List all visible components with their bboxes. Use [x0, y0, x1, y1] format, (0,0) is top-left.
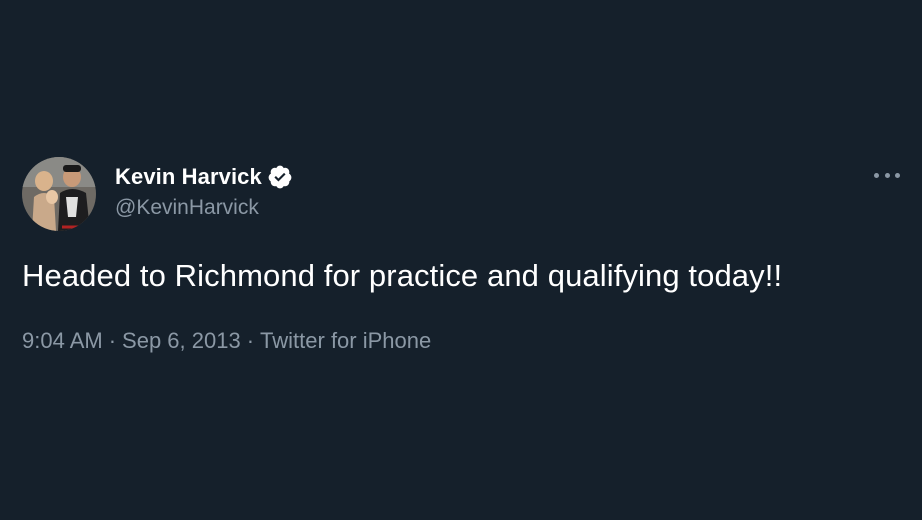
verified-badge-icon	[267, 164, 293, 190]
tweet-text: Headed to Richmond for practice and qual…	[22, 258, 783, 293]
username-handle[interactable]: @KevinHarvick	[115, 196, 259, 220]
tweet-date[interactable]: Sep 6, 2013	[122, 328, 241, 353]
author-row: Kevin Harvick	[115, 163, 293, 191]
tweet-time[interactable]: 9:04 AM	[22, 328, 103, 353]
separator: ·	[246, 328, 255, 353]
avatar-photo-icon	[22, 157, 96, 231]
dot-icon	[895, 172, 900, 178]
dot-icon	[874, 172, 879, 178]
more-options-icon[interactable]	[874, 165, 900, 185]
tweet-source[interactable]: Twitter for iPhone	[260, 328, 431, 353]
tweet-metadata: 9:04 AM · Sep 6, 2013 · Twitter for iPhone	[22, 328, 431, 354]
dot-icon	[884, 172, 890, 178]
separator: ·	[108, 328, 117, 353]
display-name[interactable]: Kevin Harvick	[115, 164, 262, 190]
avatar[interactable]	[22, 157, 96, 231]
tweet-card: Kevin Harvick @KevinHarvick Headed to Ri…	[0, 0, 922, 520]
